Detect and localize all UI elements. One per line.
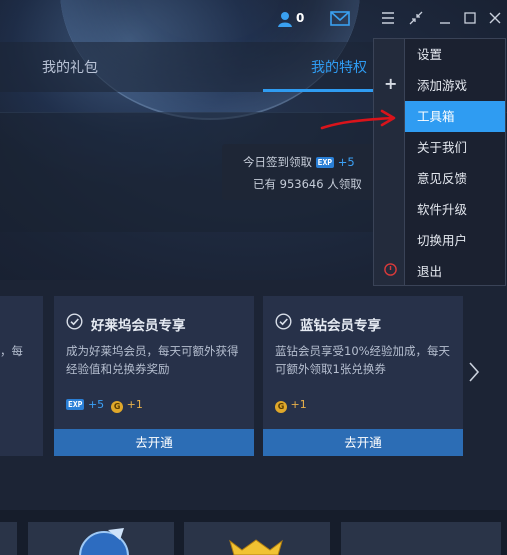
privilege-card-hollywood: 好莱坞会员专享 成为好莱坞会员，每天可额外获得经验值和兑换券奖励 EXP +5 … [54,296,254,456]
user-count: 0 [296,11,305,25]
exp-bonus: +5 [87,398,105,411]
signin-count-text: 已有 953646 人领取 [253,177,362,191]
tab-my-gifts[interactable]: 我的礼包 [42,57,98,77]
menu-item-upgrade[interactable]: 软件升级 [405,194,505,225]
privilege-card-partial: ，每 [0,296,43,456]
rocket-icon [79,528,129,555]
exp-badge: EXP [315,157,335,168]
tab-my-privileges[interactable]: 我的特权 [311,57,367,77]
mail-icon[interactable] [330,11,350,26]
crown-icon [229,539,283,555]
activate-blue-diamond-button[interactable]: 去开通 [263,429,463,456]
minimize-icon[interactable] [437,10,453,26]
collapse-icon[interactable] [408,10,424,26]
card-rewards: EXP +5 G +1 [66,398,143,413]
game-tile[interactable] [28,522,174,555]
coin-bonus: +1 [126,398,143,411]
card-title: 蓝钻会员专享 [300,318,381,334]
signin-exp-bonus: +5 [337,155,355,169]
menu-item-add-game[interactable]: 添加游戏 [405,70,505,101]
game-tile[interactable] [341,522,501,555]
menu-item-exit[interactable]: 退出 [405,256,505,287]
menu-item-switch-user[interactable]: 切换用户 [405,225,505,256]
title-bar: 0 [0,0,507,38]
card-description: 成为好莱坞会员，每天可额外获得经验值和兑换券奖励 [66,344,239,376]
power-icon [384,263,397,276]
plus-icon: + [384,74,398,93]
coin-icon: G [111,401,124,413]
coin-bonus: +1 [290,398,307,411]
privilege-card-blue-diamond: 蓝钻会员专享 蓝钻会员享受10%经验加成，每天可额外领取1张兑换券 G +1 去… [263,296,463,456]
menu-item-settings[interactable]: 设置 [405,39,505,70]
menu-item-about-us[interactable]: 关于我们 [405,132,505,163]
signin-box[interactable]: 今日签到领取 EXP +5 已有 953646 人领取 [222,144,376,200]
maximize-icon[interactable] [462,10,478,26]
chevron-right-icon[interactable] [466,360,482,384]
card-rewards: G +1 [275,398,307,413]
menu-item-feedback[interactable]: 意见反馈 [405,163,505,194]
annotation-arrow [320,109,396,130]
card-description: 蓝钻会员享受10%经验加成，每天可额外领取1张兑换券 [275,344,451,376]
activate-hollywood-button[interactable]: 去开通 [54,429,254,456]
game-tile[interactable] [184,522,330,555]
card-title: 好莱坞会员专享 [91,318,186,334]
close-icon[interactable] [487,10,503,26]
exp-badge: EXP [66,399,85,410]
check-circle-icon [66,313,83,330]
main-dropdown-menu: 设置 添加游戏 工具箱 关于我们 意见反馈 软件升级 切换用户 退出 [404,38,506,286]
menu-item-toolbox[interactable]: 工具箱 [405,101,505,132]
coin-icon: G [275,401,287,413]
active-tab-indicator [263,89,376,92]
check-circle-icon [275,313,292,330]
user-icon[interactable] [276,10,294,28]
menu-side-strip: + [373,38,404,286]
signin-reward-text: 今日签到领取 EXP +5 [243,155,355,169]
card-partial-text: ，每 [0,344,23,358]
game-tile[interactable] [0,522,17,555]
menu-icon[interactable] [380,10,396,26]
